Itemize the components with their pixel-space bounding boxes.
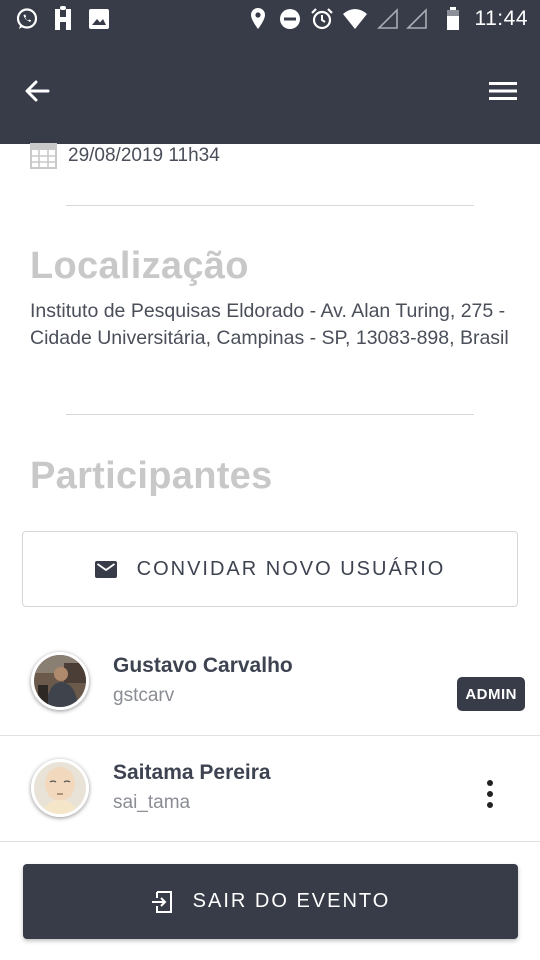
h-app-icon — [50, 6, 76, 32]
gallery-icon — [86, 6, 112, 32]
event-date: 29/08/2019 11h34 — [68, 145, 220, 166]
event-address: Instituto de Pesquisas Eldorado - Av. Al… — [30, 300, 509, 349]
calendar-icon — [30, 143, 57, 169]
exit-icon — [151, 890, 172, 913]
participant-name: Saitama Pereira — [113, 761, 271, 784]
status-bar: 11:44 — [0, 0, 540, 38]
avatar — [31, 652, 89, 710]
signal-icon — [375, 6, 401, 32]
whatsapp-icon — [14, 6, 40, 32]
divider — [66, 205, 474, 206]
battery-icon — [440, 6, 466, 32]
mail-icon — [94, 560, 117, 578]
leave-event-button[interactable]: SAIR DO EVENTO — [23, 864, 518, 939]
avatar — [31, 759, 89, 817]
status-time: 11:44 — [474, 7, 528, 30]
invite-user-button[interactable]: CONVIDAR NOVO USUÁRIO — [22, 531, 518, 607]
alarm-icon — [309, 6, 335, 32]
divider — [66, 414, 474, 415]
location-icon — [245, 6, 271, 32]
event-date-row: 29/08/2019 11h34 — [30, 143, 220, 169]
signal-icon — [404, 6, 430, 32]
participant-row[interactable]: Saitama Pereira sai_tama — [0, 742, 540, 848]
invite-user-label: CONVIDAR NOVO USUÁRIO — [136, 557, 446, 580]
do-not-disturb-icon — [277, 6, 303, 32]
participant-username: sai_tama — [113, 792, 191, 813]
hamburger-menu-icon — [489, 82, 517, 100]
participant-name: Gustavo Carvalho — [113, 654, 293, 677]
participants-title: Participantes — [30, 455, 273, 497]
menu-button[interactable] — [486, 74, 520, 108]
arrow-back-icon — [25, 80, 50, 102]
back-button[interactable] — [20, 74, 54, 108]
divider — [0, 841, 540, 842]
wifi-icon — [342, 6, 368, 32]
participant-username: gstcarv — [113, 685, 175, 706]
location-title: Localização — [30, 245, 249, 287]
more-vert-icon[interactable] — [478, 780, 502, 808]
app-header: 11:44 — [0, 0, 540, 144]
participant-row[interactable]: Gustavo Carvalho gstcarv ADMIN — [0, 635, 540, 741]
leave-event-label: SAIR DO EVENTO — [192, 890, 391, 912]
divider — [0, 735, 540, 736]
admin-badge: ADMIN — [457, 677, 525, 711]
